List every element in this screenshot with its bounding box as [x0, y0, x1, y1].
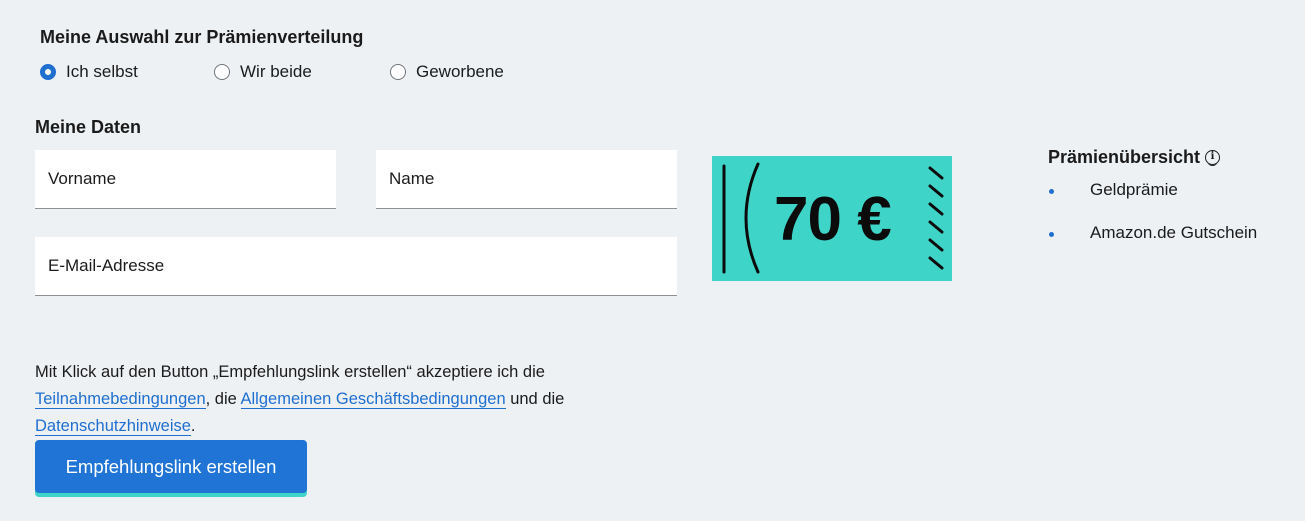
consent-text-part: Mit Klick auf den Button „Empfehlungslin…: [35, 362, 545, 381]
consent-text: Mit Klick auf den Button „Empfehlungslin…: [35, 359, 685, 440]
radio-wir-beide[interactable]: Wir beide: [214, 62, 312, 82]
distribution-title: Meine Auswahl zur Prämienverteilung: [40, 27, 364, 47]
consent-text-part: .: [190, 416, 196, 435]
radio-geworbene[interactable]: Geworbene: [390, 62, 504, 82]
lastname-field[interactable]: [376, 150, 677, 209]
firstname-field[interactable]: [35, 150, 336, 209]
overview-title: Prämienübersicht i: [1048, 147, 1298, 168]
radio-checked-icon[interactable]: [40, 64, 56, 80]
premium-overview: Prämienübersicht i Geldprämie Amazon.de …: [1048, 147, 1298, 266]
radio-label: Ich selbst: [66, 62, 138, 81]
voucher-amount: 70 €: [774, 185, 892, 254]
distribution-radio-group: Ich selbst Wir beide Geworbene: [40, 62, 560, 86]
firstname-input[interactable]: [48, 169, 336, 189]
email-input[interactable]: [48, 256, 677, 276]
agb-link[interactable]: Allgemeinen Geschäftsbedingungen: [240, 389, 506, 409]
radio-label: Geworbene: [416, 62, 504, 81]
consent-text-part: , die: [205, 389, 241, 408]
overview-title-text: Prämienübersicht: [1048, 147, 1201, 167]
list-item: Geldprämie: [1048, 180, 1298, 204]
radio-unchecked-icon[interactable]: [390, 64, 406, 80]
radio-unchecked-icon[interactable]: [214, 64, 230, 80]
radio-ich-selbst[interactable]: Ich selbst: [40, 62, 138, 82]
lastname-input[interactable]: [389, 169, 677, 189]
list-item: Amazon.de Gutschein: [1048, 223, 1298, 247]
create-referral-link-button[interactable]: Empfehlungslink erstellen: [35, 440, 307, 493]
info-icon[interactable]: i: [1205, 150, 1221, 165]
voucher-graphic: 70 €: [712, 156, 952, 281]
terms-link[interactable]: Teilnahmebedingungen: [35, 389, 206, 409]
email-field[interactable]: [35, 237, 677, 296]
consent-text-part: und die: [505, 389, 565, 408]
personal-data-title: Meine Daten: [35, 117, 142, 137]
overview-list: Geldprämie Amazon.de Gutschein: [1048, 180, 1298, 247]
radio-label: Wir beide: [240, 62, 312, 81]
privacy-link[interactable]: Datenschutzhinweise: [35, 416, 191, 436]
